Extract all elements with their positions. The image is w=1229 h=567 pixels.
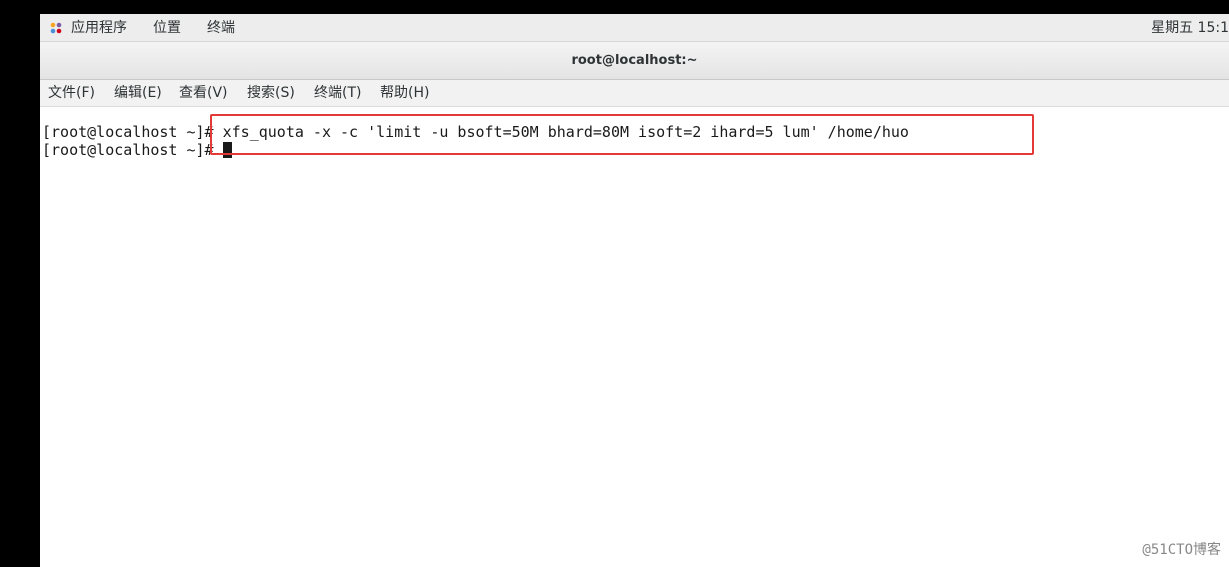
menu-edit[interactable]: 编辑(E) xyxy=(114,85,162,102)
window-title: root@localhost:~ xyxy=(571,53,698,68)
menu-view[interactable]: 查看(V) xyxy=(179,85,228,102)
watermark-text: @51CTO博客 xyxy=(1142,542,1221,558)
terminal-prompt: [root@localhost ~]# xyxy=(42,123,214,141)
menu-file[interactable]: 文件(F) xyxy=(48,85,95,102)
desktop-screen: 应用程序 位置 终端 星期五 15:1 root@localhost:~ 文件(… xyxy=(40,14,1229,567)
window-titlebar[interactable]: root@localhost:~ xyxy=(40,42,1229,80)
panel-clock[interactable]: 星期五 15:1 xyxy=(1151,19,1229,37)
top-panel: 应用程序 位置 终端 星期五 15:1 xyxy=(40,14,1229,42)
panel-menu-applications[interactable]: 应用程序 xyxy=(71,19,127,37)
terminal-output[interactable]: [root@localhost ~]# xfs_quota -x -c 'lim… xyxy=(40,107,1229,567)
panel-menu-terminal[interactable]: 终端 xyxy=(207,19,235,37)
menu-help[interactable]: 帮助(H) xyxy=(380,85,429,102)
menubar: 文件(F) 编辑(E) 查看(V) 搜索(S) 终端(T) 帮助(H) xyxy=(40,80,1229,107)
panel-menu-places[interactable]: 位置 xyxy=(153,19,181,37)
menu-search[interactable]: 搜索(S) xyxy=(247,85,295,102)
terminal-prompt: [root@localhost ~]# xyxy=(42,141,214,159)
gnome-foot-icon xyxy=(50,22,62,34)
highlight-annotation-box xyxy=(210,114,1034,155)
menu-terminal[interactable]: 终端(T) xyxy=(314,85,361,102)
terminal-line: [root@localhost ~]# xyxy=(42,141,232,159)
